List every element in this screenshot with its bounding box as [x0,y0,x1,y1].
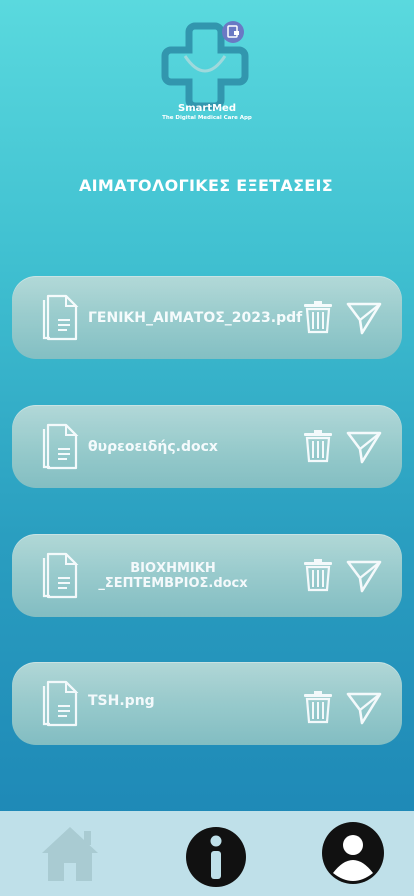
file-name[interactable]: ΓΕΝΙΚΗ_ΑΙΜΑΤΟΣ_2023.pdf [88,276,302,359]
send-icon[interactable] [346,558,382,594]
app-tagline: The Digital Medical Care App [162,115,252,121]
file-card[interactable]: ΒΙΟΧΗΜΙΚΗ _ΣΕΠΤΕΜΒΡΙΟΣ.docx [12,534,402,617]
trash-icon[interactable] [302,690,334,724]
app-name: SmartMed [178,103,236,114]
send-icon[interactable] [346,690,382,726]
file-card[interactable]: ΓΕΝΙΚΗ_ΑΙΜΑΤΟΣ_2023.pdf [12,276,402,359]
file-name-line1: ΒΙΟΧΗΜΙΚΗ [130,560,216,576]
document-icon [42,423,79,470]
trash-icon[interactable] [302,300,334,334]
document-icon [42,294,79,341]
trash-icon[interactable] [302,429,334,463]
file-name[interactable]: TSH.png [88,659,298,742]
profile-icon[interactable] [321,821,385,885]
page-title: ΑΙΜΑΤΟΛΟΓΙΚΕΣ ΕΞΕΤΑΣΕΙΣ [78,176,334,195]
send-icon[interactable] [346,429,382,465]
file-name[interactable]: θυρεοειδής.docx [88,405,298,488]
file-card[interactable]: TSH.png [12,662,402,745]
file-name-line2: _ΣΕΠΤΕΜΒΡΙΟΣ.docx [98,575,248,591]
send-icon[interactable] [346,300,382,336]
home-icon[interactable] [40,825,100,883]
info-icon[interactable] [185,826,247,888]
document-icon [42,552,79,599]
trash-icon[interactable] [302,558,334,592]
document-icon [42,680,79,727]
file-card[interactable]: θυρεοειδής.docx [12,405,402,488]
file-name[interactable]: ΒΙΟΧΗΜΙΚΗ _ΣΕΠΤΕΜΒΡΙΟΣ.docx [88,534,258,617]
